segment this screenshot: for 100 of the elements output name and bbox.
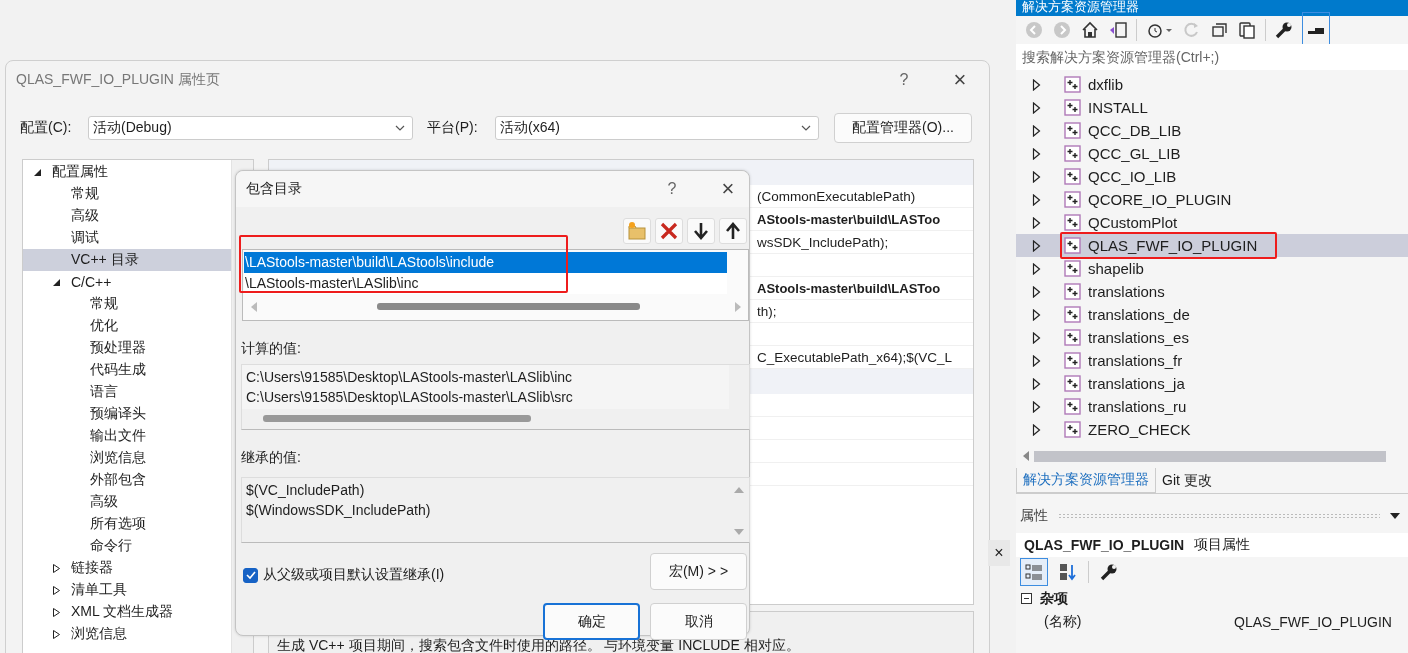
scroll-left-icon[interactable] [1022,451,1030,461]
solution-item[interactable]: shapelib [1016,257,1408,280]
cancel-button[interactable]: 取消 [650,603,747,640]
wrench-icon[interactable] [1274,20,1294,40]
platform-dropdown[interactable]: 活动(x64) [495,116,819,140]
collapse-box-icon[interactable] [1021,593,1032,604]
project-icon [1064,260,1081,277]
collapsed-triangle-icon[interactable] [1032,354,1041,367]
solution-item[interactable]: QCC_GL_LIB [1016,142,1408,165]
dropdown-triangle-icon[interactable] [1390,513,1400,519]
help-button[interactable]: ? [657,180,687,198]
collapsed-triangle-icon[interactable] [1032,285,1041,298]
tree-item[interactable]: VC++ 目录 [23,249,231,271]
collapsed-triangle-icon[interactable] [1032,331,1041,344]
tree-item[interactable]: 命令行 [23,535,231,557]
tree-item[interactable]: 调试 [23,227,231,249]
collapsed-triangle-icon[interactable] [52,607,61,617]
expanded-triangle-icon[interactable] [33,167,42,177]
collapsed-triangle-icon[interactable] [1032,262,1041,275]
collapsed-triangle-icon[interactable] [1032,239,1041,252]
close-button[interactable]: × [713,176,743,202]
home-icon[interactable] [1080,20,1100,40]
tree-item[interactable]: XML 文档生成器 [23,601,231,623]
value-line: $(VC_IncludePath) [246,481,366,500]
collapsed-triangle-icon[interactable] [1032,216,1041,229]
search-field[interactable]: 搜索解决方案资源管理器(Ctrl+;) [1016,44,1408,70]
list-item[interactable]: \LAStools-master\LASlib\inc [244,273,727,294]
solution-item[interactable]: translations_es [1016,326,1408,349]
configuration-manager-button[interactable]: 配置管理器(O)... [834,113,972,143]
property-value: QLAS_FWF_IO_PLUGIN [1234,614,1392,630]
solution-item[interactable]: ZERO_CHECK [1016,418,1408,441]
collapse-icon[interactable] [1209,20,1229,40]
move-down-button[interactable] [687,218,715,244]
copy-icon[interactable] [1237,20,1257,40]
inherit-checkbox[interactable]: 从父级或项目默认设置继承(I) [243,566,650,584]
tree-item[interactable]: 预处理器 [23,337,231,359]
help-button[interactable]: ? [889,71,919,89]
object-selector[interactable]: QLAS_FWF_IO_PLUGIN 项目属性 [1016,533,1408,557]
configuration-dropdown[interactable]: 活动(Debug) [88,116,413,140]
tree-item[interactable]: 优化 [23,315,231,337]
solution-item[interactable]: QLAS_FWF_IO_PLUGIN [1016,234,1408,257]
collapsed-triangle-icon[interactable] [1032,147,1041,160]
tab[interactable]: 解决方案资源管理器 [1016,468,1156,493]
solution-item[interactable]: translations [1016,280,1408,303]
collapsed-triangle-icon[interactable] [1032,423,1041,436]
collapsed-triangle-icon[interactable] [1032,377,1041,390]
collapsed-triangle-icon[interactable] [52,563,61,573]
tree-item[interactable]: 语言 [23,381,231,403]
solution-item[interactable]: translations_de [1016,303,1408,326]
tree-item[interactable]: 预编译头 [23,403,231,425]
solution-item[interactable]: QCC_DB_LIB [1016,119,1408,142]
collapsed-triangle-icon[interactable] [52,585,61,595]
solution-item[interactable]: translations_fr [1016,349,1408,372]
collapsed-triangle-icon[interactable] [1032,101,1041,114]
categorized-view-icon[interactable] [1020,558,1048,586]
collapsed-triangle-icon[interactable] [1032,170,1041,183]
section-label: 继承的值: [241,449,302,467]
tree-item[interactable]: 链接器 [23,557,231,579]
collapsed-triangle-icon[interactable] [1032,400,1041,413]
tree-item[interactable]: 浏览信息 [23,623,231,645]
list-item[interactable]: \LAStools-master\build\LAStools\include [244,252,727,273]
tree-item[interactable]: 常规 [23,293,231,315]
scrollbar-thumb[interactable] [377,303,640,310]
solution-icon[interactable] [1108,20,1128,40]
tree-item[interactable]: C/C++ [23,271,231,293]
tree-item[interactable]: 配置属性 [23,161,231,183]
tree-item[interactable]: 清单工具 [23,579,231,601]
expanded-triangle-icon[interactable] [52,277,61,287]
solution-item[interactable]: INSTALL [1016,96,1408,119]
collapsed-triangle-icon[interactable] [1032,308,1041,321]
scrollbar-thumb[interactable] [1034,450,1386,462]
ok-button[interactable]: 确定 [543,603,640,640]
collapsed-triangle-icon[interactable] [1032,78,1041,91]
close-button[interactable]: × [945,67,975,93]
collapsed-triangle-icon[interactable] [52,629,61,639]
tree-item[interactable]: 高级 [23,205,231,227]
tree-item[interactable]: 外部包含 [23,469,231,491]
collapsed-triangle-icon[interactable] [1032,193,1041,206]
delete-button[interactable] [655,218,683,244]
close-button[interactable]: × [988,540,1010,566]
checkmark-icon[interactable] [244,569,257,581]
project-icon [1064,168,1081,185]
tree-item[interactable]: 常规 [23,183,231,205]
solution-item[interactable]: QCustomPlot [1016,211,1408,234]
property-name: (名称) [1044,613,1083,631]
solution-item[interactable]: translations_ru [1016,395,1408,418]
macros-button[interactable]: 宏(M) > > [650,553,747,590]
solution-item[interactable]: translations_ja [1016,372,1408,395]
collapsed-triangle-icon[interactable] [1032,124,1041,137]
solution-item[interactable]: QCC_IO_LIB [1016,165,1408,188]
move-up-button[interactable] [719,218,747,244]
tree-item[interactable]: 输出文件 [23,425,231,447]
tree-item[interactable]: 浏览信息 [23,447,231,469]
tree-item[interactable]: 代码生成 [23,359,231,381]
solution-item[interactable]: QCORE_IO_PLUGIN [1016,188,1408,211]
tree-item[interactable]: 高级 [23,491,231,513]
scrollbar-thumb[interactable] [263,415,531,422]
solution-item[interactable]: dxflib [1016,73,1408,96]
tree-item[interactable]: 所有选项 [23,513,231,535]
category-label: 杂项 [1040,589,1068,608]
